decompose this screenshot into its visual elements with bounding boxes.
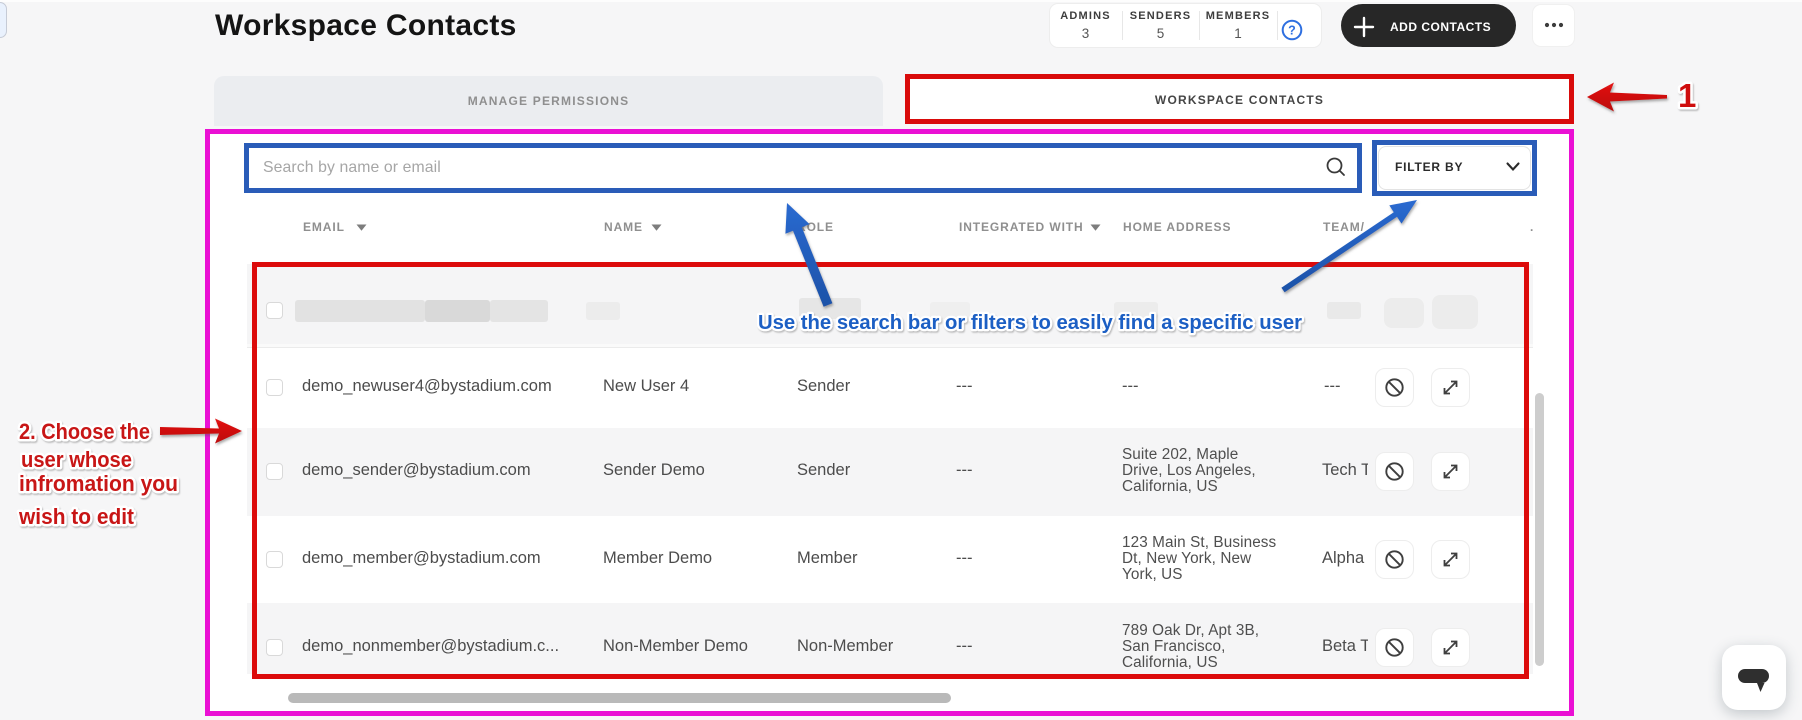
svg-text:1: 1 — [1678, 77, 1696, 114]
svg-text:infromation you: infromation you — [19, 471, 178, 496]
svg-text:wish to edit: wish to edit — [18, 504, 135, 529]
svg-text:2. Choose the: 2. Choose the — [19, 419, 150, 444]
svg-text:Use the search bar or filters: Use the search bar or filters to easily … — [758, 312, 1302, 334]
svg-text:user whose: user whose — [21, 447, 132, 472]
